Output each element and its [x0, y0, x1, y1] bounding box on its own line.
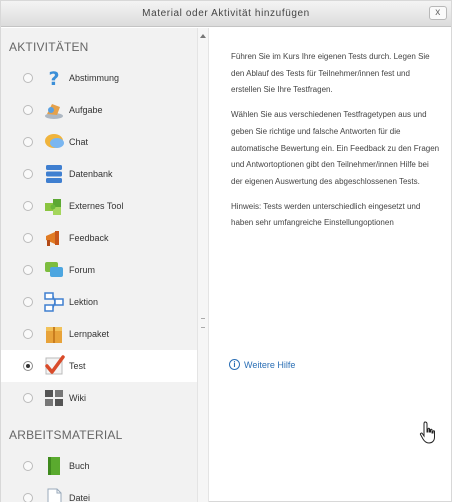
scroll-thumb[interactable] [201, 318, 205, 328]
chat-icon [43, 131, 65, 153]
module-radio[interactable] [23, 361, 33, 371]
module-option-test[interactable]: Test [1, 350, 197, 382]
dialog-title: Material oder Aktivität hinzufügen [142, 8, 310, 19]
checkmark-icon [43, 355, 65, 377]
module-label: Wiki [69, 393, 86, 403]
megaphone-icon [43, 227, 65, 249]
file-icon [43, 487, 65, 502]
hand-cursor-icon [419, 421, 435, 444]
module-label: Chat [69, 137, 89, 147]
module-label: Externes Tool [69, 201, 124, 211]
module-radio[interactable] [23, 265, 33, 275]
module-option-datenbank[interactable]: Datenbank [1, 158, 197, 190]
section-heading-activities: AKTIVITÄTEN [9, 40, 89, 54]
module-option-externes-tool[interactable]: Externes Tool [1, 190, 197, 222]
module-label: Datenbank [69, 169, 113, 179]
module-radio[interactable] [23, 233, 33, 243]
help-paragraph: Führen Sie im Kurs Ihre eigenen Tests du… [231, 52, 430, 95]
help-paragraph: Wählen Sie aus verschiedenen Testfragety… [231, 110, 440, 186]
module-radio[interactable] [23, 137, 33, 147]
package-icon [43, 323, 65, 345]
module-radio[interactable] [23, 73, 33, 83]
module-option-datei[interactable]: Datei [1, 482, 197, 502]
module-label: Aufgabe [69, 105, 103, 115]
module-label: Feedback [69, 233, 109, 243]
module-label: Forum [69, 265, 96, 275]
module-option-lernpaket[interactable]: Lernpaket [1, 318, 197, 350]
forum-icon [43, 259, 65, 281]
dialog-titlebar: Material oder Aktivität hinzufügen x [1, 1, 451, 27]
module-label: Abstimmung [69, 73, 120, 83]
module-option-wiki[interactable]: Wiki [1, 382, 197, 414]
question-icon: ? [43, 67, 65, 90]
svg-text:?: ? [48, 68, 59, 89]
module-option-aufgabe[interactable]: Aufgabe [1, 94, 197, 126]
module-radio[interactable] [23, 201, 33, 211]
more-help-label[interactable]: Weitere Hilfe [244, 360, 295, 370]
module-label: Test [69, 361, 86, 371]
module-label: Datei [69, 493, 91, 502]
module-radio[interactable] [23, 393, 33, 403]
module-option-lektion[interactable]: Lektion [1, 286, 197, 318]
module-radio[interactable] [23, 105, 33, 115]
puzzle-icon [43, 195, 65, 217]
module-radio[interactable] [23, 493, 33, 502]
module-label: Buch [69, 461, 90, 471]
scroll-up-icon[interactable] [200, 34, 206, 38]
add-activity-dialog: Material oder Aktivität hinzufügen x AKT… [0, 0, 452, 502]
module-option-feedback[interactable]: Feedback [1, 222, 197, 254]
info-icon: i [229, 359, 240, 370]
module-radio[interactable] [23, 169, 33, 179]
book-icon [43, 455, 65, 477]
module-label: Lektion [69, 297, 99, 307]
module-label: Lernpaket [69, 329, 110, 339]
module-option-buch[interactable]: Buch [1, 450, 197, 482]
more-help-link[interactable]: i Weitere Hilfe [229, 359, 295, 370]
database-icon [43, 163, 65, 185]
module-option-abstimmung[interactable]: ? Abstimmung [1, 62, 197, 94]
module-radio[interactable] [23, 297, 33, 307]
module-option-chat[interactable]: Chat [1, 126, 197, 158]
help-panel: Führen Sie im Kurs Ihre eigenen Tests du… [231, 49, 441, 240]
assignment-icon [43, 99, 65, 121]
close-button[interactable]: x [429, 6, 447, 20]
section-heading-resources: ARBEITSMATERIAL [9, 428, 123, 442]
resources-list: Buch Datei [1, 450, 197, 502]
wiki-icon [43, 387, 65, 409]
lesson-icon [43, 291, 65, 313]
module-radio[interactable] [23, 329, 33, 339]
module-option-forum[interactable]: Forum [1, 254, 197, 286]
module-radio[interactable] [23, 461, 33, 471]
list-scrollbar[interactable] [197, 28, 209, 502]
help-paragraph: Hinweis: Tests werden unterschiedlich ei… [231, 201, 421, 228]
activities-list: ? Abstimmung Aufgabe Chat Datenbank Externes … [1, 62, 197, 414]
module-chooser-list: AKTIVITÄTEN ? Abstimmung Aufgabe Chat Datenb… [1, 28, 197, 502]
